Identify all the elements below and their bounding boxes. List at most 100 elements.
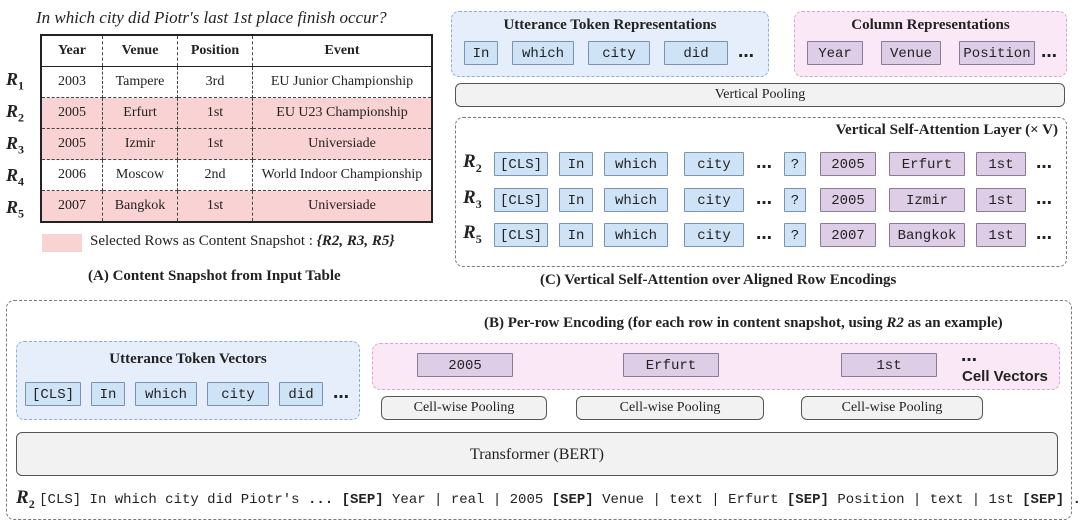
sequence-part: ...	[1064, 492, 1080, 508]
table-cell: Universiade	[252, 128, 432, 160]
token: did	[664, 41, 728, 65]
token: which	[604, 152, 668, 176]
cell-wise-pooling-box: Cell-wise Pooling	[576, 396, 764, 420]
table-row: 2006 Moscow 2nd World Indoor Championshi…	[41, 159, 432, 191]
sequence-part: ...	[307, 492, 334, 508]
ellipsis: …	[1036, 224, 1052, 243]
ellipsis: …	[1036, 189, 1052, 208]
cell-token: 2005	[820, 188, 876, 212]
cell-token: 1st	[841, 353, 937, 377]
sequence-part: Position | text | 1st	[828, 492, 1023, 508]
sequence-part: [CLS] In which city did Piotr's	[39, 492, 308, 508]
ellipsis: …	[1036, 153, 1052, 172]
row-label-r5: R5	[463, 222, 482, 246]
token: In	[559, 188, 593, 212]
ellipsis: …	[756, 224, 772, 243]
ellipsis: …	[961, 346, 977, 365]
token: city	[588, 41, 650, 65]
legend-swatch	[42, 234, 82, 252]
cell-wise-pooling-box: Cell-wise Pooling	[801, 396, 983, 420]
row-label-r2: R2	[463, 151, 482, 175]
ellipsis: …	[738, 42, 754, 61]
question-mark-token: ?	[784, 188, 806, 212]
cell-vectors-group: 2005 Erfurt 1st …	[372, 343, 1060, 390]
table-cell: EU Junior Championship	[252, 66, 432, 98]
table-row: 2003 Tampere 3rd EU Junior Championship	[41, 66, 432, 98]
table-cell: 2nd	[177, 159, 253, 191]
ellipsis: …	[1041, 42, 1057, 61]
table-cell: 2005	[41, 97, 103, 129]
table-header-row: Year Venue Position Event	[41, 35, 432, 67]
group-title: Utterance Token Representations	[503, 17, 717, 33]
legend-text: Selected Rows as Content Snapshot : {R2,…	[90, 233, 395, 249]
token: which	[512, 41, 574, 65]
sequence-part: Year | real | 2005	[383, 492, 552, 508]
group-title: Utterance Token Vectors	[109, 351, 267, 367]
sep-token: [SEP]	[786, 492, 829, 508]
cell-vectors-label: Cell Vectors	[962, 368, 1048, 385]
cell-token: 2007	[820, 223, 876, 247]
sep-token: [SEP]	[551, 492, 594, 508]
table-row-selected: 2005 Erfurt 1st EU U23 Championship	[41, 97, 432, 129]
token: which	[604, 223, 668, 247]
column-header: Year	[41, 35, 103, 67]
row-label-r2: R2	[6, 101, 25, 125]
column-header: Event	[252, 35, 432, 67]
token: did	[279, 382, 323, 406]
token: [CLS]	[494, 223, 548, 247]
sequence-part: Venue | text | Erfurt	[593, 492, 787, 508]
table-row-selected: 2007 Bangkok 1st Universiade	[41, 190, 432, 223]
table-cell: 2007	[41, 190, 103, 223]
caption-a: (A) Content Snapshot from Input Table	[88, 268, 341, 284]
token: In	[559, 223, 593, 247]
sequence-part	[333, 492, 341, 508]
sep-token: [SEP]	[341, 492, 384, 508]
cell-token: Bangkok	[889, 223, 965, 247]
token: In	[91, 382, 125, 406]
column-representations-group: Column Representations Year Venue Positi…	[794, 11, 1067, 77]
token: In	[464, 41, 498, 65]
token: city	[684, 152, 744, 176]
token: city	[684, 223, 744, 247]
ellipsis: …	[756, 189, 772, 208]
row-label-r4: R4	[6, 165, 25, 189]
cell-wise-pooling-box: Cell-wise Pooling	[381, 396, 547, 420]
input-sequence: R2 [CLS] In which city did Piotr's ... […	[16, 487, 1080, 512]
table-cell: 1st	[177, 128, 253, 160]
utterance-token-vectors-group: Utterance Token Vectors [CLS] In which c…	[16, 341, 360, 420]
token: city	[684, 188, 744, 212]
cell-token: Erfurt	[623, 353, 719, 377]
utterance-token-representations-group: Utterance Token Representations In which…	[451, 11, 769, 77]
table-cell: Moscow	[102, 159, 178, 191]
caption-c: (C) Vertical Self-Attention over Aligned…	[540, 272, 897, 288]
cell-token: 2005	[820, 152, 876, 176]
token: which	[135, 382, 197, 406]
token: In	[559, 152, 593, 176]
ellipsis: …	[756, 153, 772, 172]
table-cell: 2006	[41, 159, 103, 191]
row-label-r5: R5	[6, 197, 25, 221]
table-cell: Erfurt	[102, 97, 178, 129]
token: Position	[959, 41, 1035, 65]
cell-token: 1st	[976, 223, 1026, 247]
transformer-box: Transformer (BERT)	[16, 432, 1058, 476]
table-cell: 3rd	[177, 66, 253, 98]
column-header: Venue	[102, 35, 178, 67]
token: city	[207, 382, 269, 406]
table-cell: Izmir	[102, 128, 178, 160]
table-cell: 1st	[177, 97, 253, 129]
token: [CLS]	[25, 382, 81, 406]
cell-token: 2005	[417, 353, 513, 377]
table-cell: Tampere	[102, 66, 178, 98]
ellipsis: …	[333, 383, 349, 402]
table-cell: EU U23 Championship	[252, 97, 432, 129]
token: [CLS]	[494, 188, 548, 212]
vertical-pooling-box: Vertical Pooling	[455, 83, 1065, 107]
question-text: In which city did Piotr's last 1st place…	[36, 8, 387, 27]
cell-token: 1st	[976, 188, 1026, 212]
row-label-r3: R3	[463, 187, 482, 211]
table-cell: World Indoor Championship	[252, 159, 432, 191]
table-cell: 1st	[177, 190, 253, 223]
input-table: Year Venue Position Event 2003 Tampere 3…	[40, 34, 433, 223]
question-mark-token: ?	[784, 152, 806, 176]
